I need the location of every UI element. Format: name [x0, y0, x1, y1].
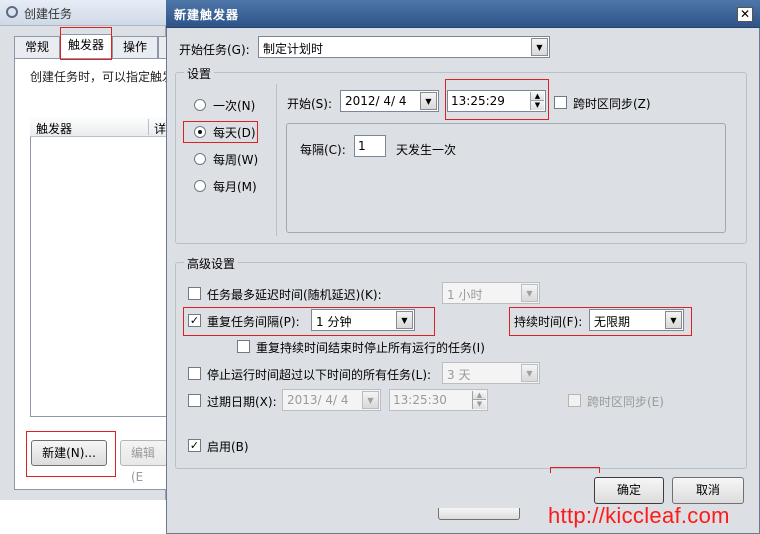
expire-time-spinner[interactable]: ▲ ▼ [472, 391, 486, 409]
enabled-label[interactable]: 启用(B) [207, 438, 249, 455]
expire-date-value: 2013/ 4/ 4 [287, 393, 349, 407]
spin-down-icon[interactable]: ▼ [473, 400, 486, 409]
advanced-settings-label: 高级设置 [184, 255, 239, 272]
new-button[interactable]: 新建(N)... [31, 440, 107, 466]
enabled-checkbox[interactable]: ✓ [188, 439, 201, 452]
sync-timezone-label[interactable]: 跨时区同步(Z) [573, 95, 651, 112]
every-suffix: 天发生一次 [396, 143, 457, 157]
chevron-down-icon: ▼ [521, 364, 538, 382]
start-label: 开始(S): [287, 97, 333, 111]
tab-general[interactable]: 常规 [14, 36, 60, 58]
column-separator [148, 119, 149, 135]
close-icon[interactable]: ✕ [737, 7, 753, 22]
radio-weekly-label[interactable]: 每周(W) [213, 151, 258, 168]
chevron-down-icon: ▼ [521, 284, 538, 302]
begin-task-label: 开始任务(G): [179, 43, 250, 57]
radio-daily[interactable] [194, 126, 206, 138]
chevron-down-icon: ▼ [420, 92, 437, 110]
expire-sync-checkbox[interactable] [568, 394, 581, 407]
sync-timezone-checkbox[interactable] [554, 96, 567, 109]
start-time-spinner[interactable]: ▲ ▼ [530, 92, 544, 110]
delay-checkbox[interactable] [188, 287, 201, 300]
background-window-titlebar: 创建任务 [0, 0, 166, 26]
stop-if-runs-value: 3 天 [447, 368, 471, 382]
background-description: 创建任务时，可以指定触发 [30, 70, 175, 84]
radio-monthly[interactable] [194, 180, 206, 192]
edit-button[interactable]: 编辑(E [120, 440, 168, 484]
every-days-value: 1 [358, 139, 366, 153]
spin-up-icon[interactable]: ▲ [531, 92, 544, 101]
stop-if-runs-select[interactable]: 3 天 ▼ [442, 362, 540, 384]
expire-time-input[interactable]: 13:25:30 ▲ ▼ [389, 389, 488, 411]
expire-label[interactable]: 过期日期(X): [207, 393, 277, 410]
clock-icon [6, 6, 18, 18]
begin-task-select[interactable]: 制定计划时 ▼ [258, 36, 550, 58]
highlight-box-ok-edge [550, 467, 600, 473]
settings-group-label: 设置 [184, 65, 215, 82]
expire-checkbox[interactable] [188, 394, 201, 407]
radio-once[interactable] [194, 99, 206, 111]
radio-once-label[interactable]: 一次(N) [213, 97, 255, 114]
background-window-title: 创建任务 [24, 7, 73, 21]
stop-if-runs-checkbox[interactable] [188, 367, 201, 380]
triggers-list-header: 触发器 详 [30, 117, 166, 137]
tab-actions[interactable]: 操作 [112, 36, 158, 58]
duration-label: 持续时间(F): [514, 315, 583, 329]
start-date-value: 2012/ 4/ 4 [345, 94, 407, 108]
duration-value: 无限期 [594, 315, 631, 329]
expire-date-picker[interactable]: 2013/ 4/ 4 ▼ [282, 389, 381, 411]
start-time-input[interactable]: 13:25:29 ▲ ▼ [447, 90, 546, 112]
background-button-edge [438, 508, 520, 520]
chevron-down-icon: ▼ [531, 38, 548, 56]
chevron-down-icon: ▼ [665, 311, 682, 329]
radio-monthly-label[interactable]: 每月(M) [213, 178, 257, 195]
recurrence-panel [286, 123, 726, 233]
repeat-interval-select[interactable]: 1 分钟 ▼ [311, 309, 415, 331]
highlight-box-triggers-tab [60, 27, 112, 60]
radio-daily-label[interactable]: 每天(D) [213, 124, 256, 141]
begin-task-value: 制定计划时 [263, 42, 324, 56]
expire-sync-label[interactable]: 跨时区同步(E) [587, 393, 664, 410]
expire-time-value: 13:25:30 [393, 393, 447, 407]
dialog-titlebar: 新建触发器 [166, 0, 760, 28]
repeat-checkbox[interactable]: ✓ [188, 314, 201, 327]
radio-weekly[interactable] [194, 153, 206, 165]
ok-button[interactable]: 确定 [594, 477, 664, 504]
watermark-url: http://kiccleaf.com [548, 503, 730, 528]
stop-if-runs-label[interactable]: 停止运行时间超过以下时间的所有任务(L): [207, 366, 431, 383]
stop-at-end-label[interactable]: 重复持续时间结束时停止所有运行的任务(I) [256, 339, 485, 356]
column-details[interactable]: 详 [154, 120, 166, 137]
dialog-title: 新建触发器 [174, 8, 240, 22]
delay-select[interactable]: 1 小时 ▼ [442, 282, 540, 304]
stop-at-end-checkbox[interactable] [237, 340, 250, 353]
spin-up-icon[interactable]: ▲ [473, 391, 486, 400]
column-trigger[interactable]: 触发器 [36, 120, 72, 137]
chevron-down-icon: ▼ [396, 311, 413, 329]
cancel-button[interactable]: 取消 [672, 477, 744, 504]
spin-down-icon[interactable]: ▼ [531, 101, 544, 110]
tab-general-label: 常规 [24, 40, 49, 54]
tab-actions-label: 操作 [122, 40, 147, 54]
duration-select[interactable]: 无限期 ▼ [589, 309, 684, 331]
every-days-input[interactable]: 1 [354, 135, 386, 157]
repeat-label[interactable]: 重复任务间隔(P): [207, 313, 300, 330]
settings-divider [276, 84, 277, 236]
triggers-list[interactable] [30, 117, 166, 417]
every-label: 每隔(C): [300, 143, 346, 157]
chevron-down-icon: ▼ [362, 391, 379, 409]
delay-label[interactable]: 任务最多延迟时间(随机延迟)(K): [207, 286, 382, 303]
start-time-value: 13:25:29 [451, 94, 505, 108]
start-date-picker[interactable]: 2012/ 4/ 4 ▼ [340, 90, 439, 112]
delay-value: 1 小时 [447, 288, 483, 302]
repeat-interval-value: 1 分钟 [316, 315, 352, 329]
